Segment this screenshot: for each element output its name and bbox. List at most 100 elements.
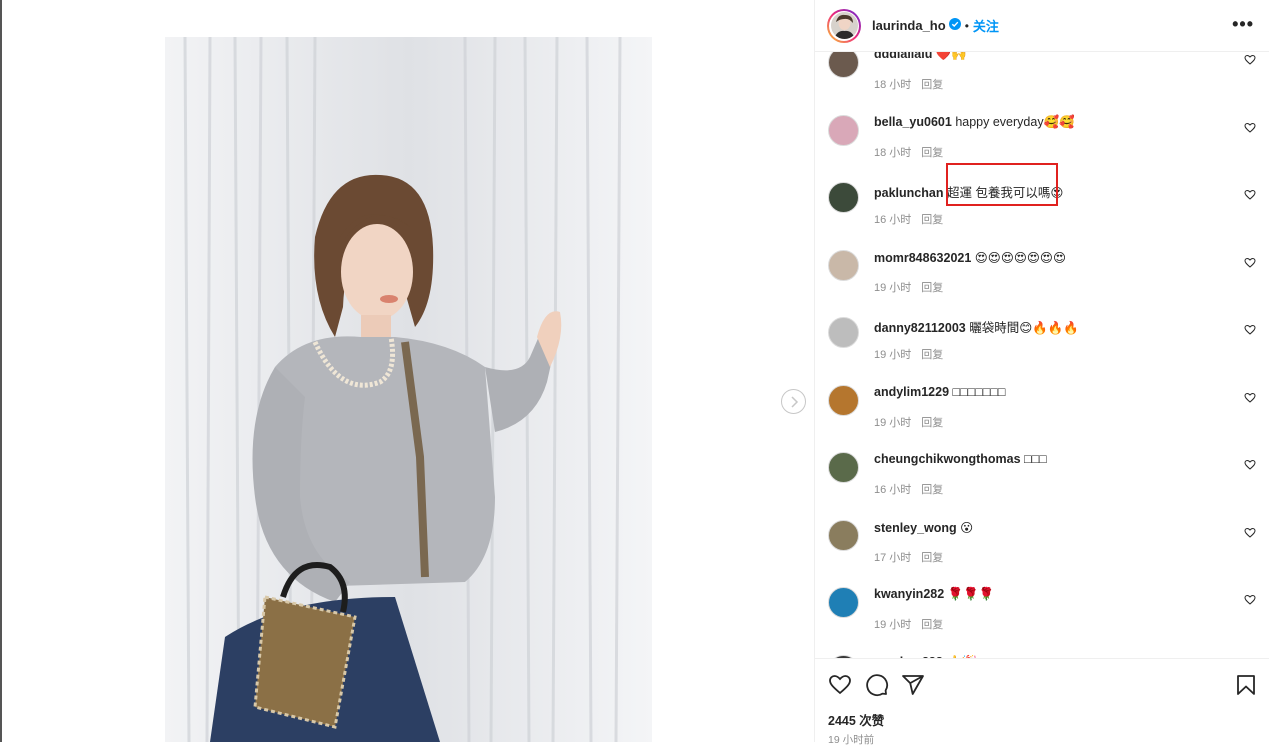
post-photo-illustration: [165, 37, 652, 742]
comment-like-icon[interactable]: [1244, 527, 1256, 539]
comment-meta: 19 小时 回复: [874, 346, 953, 362]
author-username[interactable]: laurinda_ho: [872, 18, 946, 33]
comment-body: 🌹🌹🌹: [944, 587, 995, 601]
verified-badge-icon: [948, 17, 961, 35]
avatar-icon: [830, 12, 858, 39]
comment-time: 16 小时: [874, 484, 912, 496]
commenter-avatar[interactable]: [828, 182, 859, 213]
comments-list[interactable]: dddiaiiaiu ❤️🙌 18 小时 回复 bella_yu0601 happy …: [815, 52, 1269, 658]
comment-like-icon[interactable]: [1244, 324, 1256, 336]
comment-like-icon[interactable]: [1244, 257, 1256, 269]
comment-row: danny82112003 曬袋時間😊🔥🔥🔥 19 小时 回复: [815, 312, 1269, 379]
post-header: laurinda_ho • 关注 •••: [815, 0, 1269, 52]
comment-text: kwanyin282 🌹🌹🌹: [874, 587, 994, 602]
comment-row: kwanyin282 🌹🌹🌹 19 小时 回复: [815, 582, 1269, 649]
commenter-avatar[interactable]: [828, 384, 859, 416]
comment-time: 18 小时: [874, 79, 912, 91]
comment-time: 19 小时: [874, 281, 912, 294]
comment-meta: 18 小时 回复: [874, 144, 953, 160]
comment-text: danny82112003 曬袋時間😊🔥🔥🔥: [874, 317, 1079, 336]
comment-time: 19 小时: [874, 349, 912, 361]
like-count[interactable]: 2445 次赞: [828, 710, 884, 729]
commenter-username[interactable]: paklunchan: [874, 186, 943, 200]
post-photo[interactable]: [165, 37, 652, 742]
commenter-username[interactable]: dddiaiiaiu: [874, 52, 932, 61]
commenter-avatar[interactable]: [828, 587, 859, 618]
comment-row: andylim1229 □□□□□□□ 19 小时 回复: [815, 380, 1269, 447]
separator-dot: •: [964, 18, 969, 33]
reply-button[interactable]: 回复: [921, 619, 943, 631]
comment-text: momr848632021 😍😍😍😍😍😍😍: [874, 250, 1066, 265]
post-actions: 2445 次赞 19 小时前: [815, 658, 1269, 746]
comment-meta: 19 小时 回复: [874, 414, 953, 430]
comment-time: 19 小时: [874, 619, 912, 631]
comment-like-icon[interactable]: [1244, 392, 1256, 404]
comment-text: stenley_wong 😮: [874, 520, 973, 535]
highlight-box: [946, 163, 1058, 206]
reply-button[interactable]: 回复: [921, 282, 943, 294]
comment-body: □□□: [1020, 452, 1047, 466]
commenter-avatar[interactable]: [828, 114, 859, 146]
comment-icon[interactable]: [865, 673, 889, 697]
comment-like-icon[interactable]: [1244, 459, 1256, 471]
commenter-username[interactable]: cheungchikwongthomas: [874, 452, 1021, 466]
comment-like-icon[interactable]: [1244, 122, 1256, 134]
comment-body: happy everyday🥰🥰: [951, 114, 1075, 129]
comment-meta: 16 小时 回复: [874, 211, 953, 227]
comment-like-icon[interactable]: [1244, 189, 1256, 201]
bookmark-icon[interactable]: [1234, 673, 1258, 697]
reply-button[interactable]: 回复: [921, 147, 943, 159]
commenter-username[interactable]: danny82112003: [874, 321, 966, 335]
chevron-right-icon: [790, 395, 798, 408]
commenter-avatar[interactable]: [828, 519, 859, 551]
comment-meta: 18 小时 回复: [874, 76, 953, 92]
follow-button[interactable]: 关注: [973, 16, 999, 35]
comment-meta: 19 小时 回复: [874, 279, 953, 295]
commenter-username[interactable]: kwanyin282: [874, 587, 944, 601]
share-icon[interactable]: [901, 673, 925, 697]
post-sidebar: laurinda_ho • 关注 ••• dddiaiiaiu ❤️🙌 18 小时…: [814, 0, 1269, 746]
commenter-username[interactable]: stenley_wong: [874, 521, 957, 535]
post-timestamp: 19 小时前: [828, 734, 875, 746]
comment-text: andylim1229 □□□□□□□: [874, 385, 1005, 399]
comment-row: dddiaiiaiu ❤️🙌 18 小时 回复: [815, 52, 1269, 109]
reply-button[interactable]: 回复: [921, 79, 943, 91]
next-media-button[interactable]: [781, 389, 806, 414]
comment-text: dddiaiiaiu ❤️🙌: [874, 52, 967, 62]
comment-time: 17 小时: [874, 551, 912, 564]
more-icon[interactable]: •••: [1232, 14, 1254, 35]
comment-body: ❤️🙌: [932, 52, 967, 61]
comment-body: □□□□□□□: [949, 384, 1006, 399]
commenter-avatar[interactable]: [828, 317, 859, 348]
reply-button[interactable]: 回复: [921, 417, 943, 429]
comment-body: 😮: [956, 520, 974, 535]
heart-icon[interactable]: [828, 673, 852, 697]
commenter-avatar[interactable]: [828, 452, 859, 483]
commenter-username[interactable]: momr848632021: [874, 251, 971, 265]
reply-button[interactable]: 回复: [921, 349, 943, 361]
author-avatar[interactable]: [827, 8, 861, 43]
comment-like-icon[interactable]: [1244, 594, 1256, 606]
comment-time: 16 小时: [874, 214, 912, 226]
comment-row: rexchan238 👍🎉: [815, 650, 1269, 658]
commenter-username[interactable]: bella_yu0601: [874, 115, 952, 129]
commenter-username[interactable]: andylim1229: [874, 385, 949, 399]
reply-button[interactable]: 回复: [921, 552, 943, 564]
reply-button[interactable]: 回复: [921, 484, 943, 496]
commenter-avatar[interactable]: [828, 249, 859, 281]
reply-button[interactable]: 回复: [921, 214, 943, 226]
comment-body: 😍😍😍😍😍😍😍: [971, 250, 1066, 265]
media-area: [2, 0, 813, 742]
comment-meta: 17 小时 回复: [874, 549, 953, 565]
comment-row: cheungchikwongthomas □□□ 16 小时 回复: [815, 447, 1269, 514]
comment-like-icon[interactable]: [1244, 54, 1256, 66]
comment-time: 19 小时: [874, 416, 912, 429]
comment-meta: 19 小时 回复: [874, 616, 953, 632]
commenter-avatar[interactable]: [828, 52, 859, 78]
comment-row: stenley_wong 😮 17 小时 回复: [815, 515, 1269, 582]
comment-meta: 16 小时 回复: [874, 481, 953, 497]
comment-time: 18 小时: [874, 146, 912, 159]
comment-body: 曬袋時間😊🔥🔥🔥: [965, 321, 1079, 335]
comment-text: bella_yu0601 happy everyday🥰🥰: [874, 115, 1075, 130]
comment-text: cheungchikwongthomas □□□: [874, 452, 1047, 466]
